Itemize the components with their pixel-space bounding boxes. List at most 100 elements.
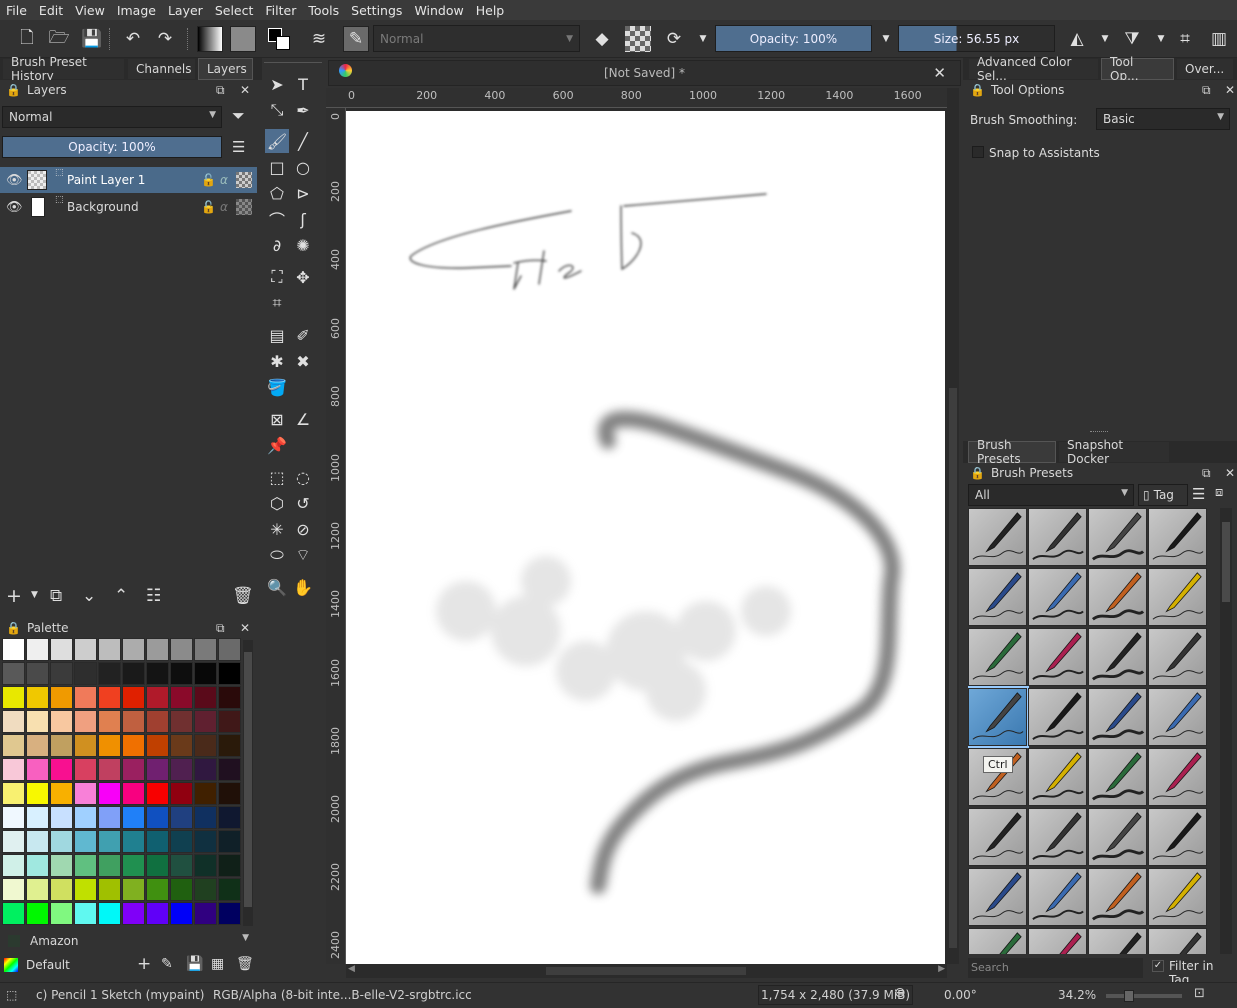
brush-preset-thumbnail[interactable] [1088, 928, 1147, 954]
palette-swatch[interactable] [170, 734, 193, 757]
menu-layer[interactable]: Layer [162, 3, 209, 18]
alpha-icon[interactable]: α [220, 200, 228, 214]
palette-swatch[interactable] [122, 710, 145, 733]
palette-swatch[interactable] [122, 854, 145, 877]
palette-swatch[interactable] [218, 734, 241, 757]
zoom-tool-icon[interactable]: 🔍 [265, 575, 289, 599]
rectangular-selection-icon[interactable]: ⬚ [265, 465, 289, 489]
palette-swatch[interactable] [2, 806, 25, 829]
delete-icon[interactable]: 🗑 [236, 956, 254, 972]
palette-swatch[interactable] [50, 782, 73, 805]
close-icon[interactable]: ✕ [240, 621, 250, 635]
brush-preset-thumbnail[interactable] [968, 568, 1027, 626]
palette-swatch[interactable] [194, 758, 217, 781]
palette-swatch[interactable] [194, 830, 217, 853]
palette-swatch[interactable] [122, 758, 145, 781]
palette-swatch[interactable] [2, 686, 25, 709]
redo-icon[interactable]: ↷ [152, 26, 178, 52]
size-slider[interactable]: Size: 56.55 px [898, 25, 1055, 52]
wrap-around-icon[interactable]: ⌗ [1172, 26, 1198, 52]
smart-patch-icon[interactable]: ✖ [291, 349, 315, 373]
palette-swatch[interactable] [98, 902, 121, 925]
palette-swatch[interactable] [98, 830, 121, 853]
palette-swatch[interactable] [2, 734, 25, 757]
palette-swatch[interactable] [122, 902, 145, 925]
lock-icon[interactable]: 🔒 [6, 83, 21, 97]
palette-swatch[interactable] [26, 782, 49, 805]
tab-overview[interactable]: Over... [1176, 58, 1234, 80]
palette-swatch[interactable] [146, 830, 169, 853]
similar-color-selection-icon[interactable]: ⊘ [291, 517, 315, 541]
palette-swatch[interactable] [74, 758, 97, 781]
brush-preset-thumbnail[interactable] [1028, 928, 1087, 954]
palette-swatch[interactable] [50, 710, 73, 733]
palette-swatch[interactable] [122, 686, 145, 709]
layer-name[interactable]: Paint Layer 1 [67, 173, 145, 187]
palette-swatch[interactable] [218, 902, 241, 925]
measure-tool-icon[interactable]: ∠ [291, 407, 315, 431]
palette-swatch[interactable] [98, 662, 121, 685]
brush-preset-thumbnail[interactable] [1148, 748, 1207, 806]
bezier-tool-icon[interactable]: ⌒ [265, 207, 289, 231]
float-docker-icon[interactable]: ⧉ [216, 621, 225, 636]
palette-swatch[interactable] [74, 782, 97, 805]
menu-edit[interactable]: Edit [33, 3, 69, 18]
float-docker-icon[interactable]: ⧉ [216, 83, 225, 98]
gradient-selector-icon[interactable] [197, 26, 223, 52]
brush-preset-thumbnail[interactable] [968, 928, 1027, 954]
palette-swatch[interactable] [50, 878, 73, 901]
crop-tool-icon[interactable]: ⌗ [265, 291, 289, 315]
palette-swatch[interactable] [146, 638, 169, 661]
chevron-down-icon[interactable]: ▼ [31, 590, 38, 600]
menu-select[interactable]: Select [209, 3, 260, 18]
layer-row[interactable]: 👁 ⬚ Background 🔓 α [0, 194, 257, 220]
brush-preset-thumbnail[interactable] [1028, 628, 1087, 686]
move-layer-down-icon[interactable]: ⌄ [82, 586, 96, 606]
palette-swatch[interactable] [194, 806, 217, 829]
palette-swatch[interactable] [170, 854, 193, 877]
palette-swatch[interactable] [2, 758, 25, 781]
palette-swatch[interactable] [122, 638, 145, 661]
mirror-vertical-icon[interactable]: ⧩ [1119, 26, 1145, 52]
palette-swatch[interactable] [98, 686, 121, 709]
palette-swatch[interactable] [194, 686, 217, 709]
zoom-slider[interactable] [1106, 990, 1182, 1002]
fill-tool-icon[interactable]: 🪣 [265, 375, 289, 399]
palette-swatch[interactable] [170, 686, 193, 709]
palette-swatch[interactable] [170, 782, 193, 805]
brush-preset-thumbnail[interactable] [968, 868, 1027, 926]
image-dimensions[interactable]: 1,754 x 2,480 (37.9 MiB) [758, 985, 914, 1005]
palette-swatch[interactable] [98, 710, 121, 733]
palette-swatch[interactable] [50, 734, 73, 757]
palette-swatch[interactable] [194, 662, 217, 685]
palette-swatch[interactable] [26, 902, 49, 925]
palette-swatch[interactable] [26, 830, 49, 853]
rectangle-tool-icon[interactable]: □ [265, 155, 289, 179]
vertical-scrollbar[interactable] [947, 88, 959, 964]
palette-swatch[interactable] [74, 734, 97, 757]
palette-swatch[interactable] [50, 806, 73, 829]
palette-swatch[interactable] [146, 902, 169, 925]
menu-filter[interactable]: Filter [259, 3, 302, 18]
palette-swatch[interactable] [98, 878, 121, 901]
palette-swatch[interactable] [194, 902, 217, 925]
menu-window[interactable]: Window [408, 3, 469, 18]
brush-preset-thumbnail[interactable] [1148, 808, 1207, 866]
close-icon[interactable]: ✕ [1225, 466, 1235, 480]
menu-file[interactable]: File [0, 3, 33, 18]
palette-swatch[interactable] [2, 830, 25, 853]
preset-scrollbar[interactable] [1220, 508, 1232, 954]
calligraphy-icon[interactable]: ✒ [291, 98, 315, 122]
palette-swatch[interactable] [146, 686, 169, 709]
menu-help[interactable]: Help [470, 3, 511, 18]
palette-swatch[interactable] [74, 854, 97, 877]
palette-swatch[interactable] [26, 758, 49, 781]
palette-swatch[interactable] [2, 854, 25, 877]
brush-preset-thumbnail[interactable] [1088, 508, 1147, 566]
add-icon[interactable]: + [137, 954, 151, 974]
transform-tool-icon[interactable]: ⛶ [265, 265, 289, 289]
canvas-area[interactable] [346, 108, 947, 964]
preset-filter-dropdown[interactable]: All ▼ [968, 484, 1134, 506]
float-docker-icon[interactable]: ⧉ [1202, 83, 1211, 98]
pan-tool-icon[interactable]: ✋ [291, 575, 315, 599]
